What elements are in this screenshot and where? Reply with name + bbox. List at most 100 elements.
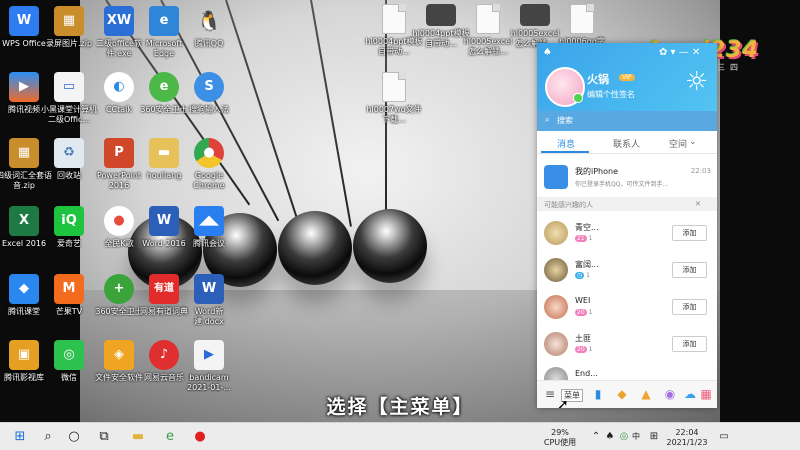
windows-start-icon[interactable]: ⊞: [12, 429, 28, 445]
clock-time[interactable]: 22:04: [664, 428, 710, 437]
contact-level: ◷ 1: [575, 272, 590, 279]
level-badge: 21: [575, 235, 587, 242]
360-safe-icon: +: [104, 274, 134, 304]
chevron-down-icon: ⌄: [689, 137, 697, 147]
desktop-icon-tx-meeting[interactable]: ◢◣ 腾讯会议: [180, 206, 238, 249]
avatar: [544, 258, 568, 282]
browser-icon[interactable]: e: [162, 429, 178, 445]
desktop-icon-label: bandicam 2021-01-...: [187, 373, 231, 392]
list-item[interactable]: 土匪 20 1 添加: [537, 326, 717, 362]
online-status-dot[interactable]: [573, 93, 583, 103]
document-file-icon: [476, 4, 500, 34]
screen: W WPS Office ▶ 腾讯视频 ▦ 四级词汇全套语音.zip X Exc…: [0, 0, 800, 450]
contact-name: End...: [575, 369, 598, 378]
desktop-icon-label: 腾讯QQ: [194, 39, 224, 48]
desktop-icon-label: 芒果TV: [55, 307, 83, 316]
add-friend-button[interactable]: 添加: [672, 299, 707, 315]
qq-window-controls[interactable]: ✿ ▾ — ✕: [659, 47, 700, 58]
netease-music-icon: ♪: [149, 340, 179, 370]
contact-name: 我的iPhone: [575, 167, 619, 176]
apps-grid-icon[interactable]: ⊞: [646, 429, 662, 445]
zip-archive-icon: ▦: [9, 138, 39, 168]
file-security-icon: ◈: [104, 340, 134, 370]
desktop-icon-label: 录屏图片.zip: [45, 39, 93, 48]
level-badge: 20: [575, 346, 587, 353]
desktop-icon-label: 搜狗输入法: [189, 105, 229, 114]
desktop-icon-label: 腾讯课堂: [8, 307, 40, 316]
video-thumbnail-icon: [426, 4, 456, 26]
list-item[interactable]: End...: [537, 363, 717, 391]
contact-level: 21 1: [575, 235, 592, 242]
tab-messages[interactable]: 消息: [557, 137, 575, 150]
avatar: [544, 295, 568, 319]
desktop-icon-label: 腾讯影视库: [4, 373, 44, 382]
mutual-count: 1: [588, 346, 593, 353]
list-item[interactable]: 富阔... ◷ 1 添加: [537, 252, 717, 288]
cpu-usage-label: CPU使用: [543, 438, 577, 447]
karaoke-icon: ●: [104, 206, 134, 236]
qq-tray-icon: ♠: [543, 47, 552, 58]
list-item[interactable]: 青空... 21 1 添加: [537, 215, 717, 251]
desktop-file-6[interactable]: hl0007wo文件下载...: [365, 72, 423, 125]
message-time: 22:03: [690, 167, 711, 175]
add-friend-button[interactable]: 添加: [672, 262, 707, 278]
search-icon[interactable]: ⌕: [40, 429, 56, 445]
tab-space[interactable]: 空间: [669, 137, 687, 150]
active-tab-indicator: [541, 151, 589, 153]
edge-icon: e: [149, 6, 179, 36]
signature-field[interactable]: 编辑个性签名: [587, 89, 635, 100]
desktop-icon-label: 微信: [61, 373, 77, 382]
document-file-icon: [382, 4, 406, 34]
cradle-ball: [278, 211, 352, 285]
phone-icon: [544, 165, 568, 189]
weather-sun-icon[interactable]: ☼: [685, 69, 708, 95]
video-caption: 选择【主菜单】: [326, 396, 474, 418]
desktop-icon-label: 腾讯视频: [8, 105, 40, 114]
task-view-icon[interactable]: ⧉: [96, 429, 112, 445]
video-file-icon: ▶: [194, 340, 224, 370]
cortana-icon[interactable]: ○: [66, 429, 82, 445]
tab-contacts[interactable]: 联系人: [613, 137, 640, 150]
list-item[interactable]: WEI 20 1 添加: [537, 289, 717, 325]
desktop-icon-label: Word新建.docx: [194, 307, 224, 326]
record-icon[interactable]: ●: [192, 429, 208, 445]
desktop-icon-bandicam[interactable]: ▶ bandicam 2021-01-...: [180, 340, 238, 393]
add-friend-button[interactable]: 添加: [672, 336, 707, 352]
mutual-count: 1: [588, 309, 593, 316]
contact-name: 青空...: [575, 223, 599, 232]
desktop-icon-chrome[interactable]: ● Google Chrome: [180, 138, 238, 191]
cctalk-icon: ◐: [104, 72, 134, 102]
close-icon[interactable]: ✕: [695, 200, 701, 208]
qq-nickname: 火锅: [587, 73, 609, 86]
desktop-icon-worddoc[interactable]: W Word新建.docx: [180, 274, 238, 327]
add-friend-button[interactable]: 添加: [672, 225, 707, 241]
clock-date[interactable]: 2021/1/23: [664, 438, 710, 447]
youdao-icon: 有道: [149, 274, 179, 304]
desktop-icon-label: 网易云音乐: [144, 373, 184, 382]
desktop-icon-label: Google Chrome: [193, 171, 225, 190]
qq-tabs: 消息 联系人 空间 ⌄: [537, 131, 717, 154]
contact-name: 富阔...: [575, 260, 599, 269]
list-item-my-iphone[interactable]: 我的iPhone 22:03 你已登录手机QQ，可传文件到手...: [537, 159, 717, 195]
desktop-icon-label: Microsoft Edge: [145, 39, 183, 58]
desktop-icon-label: 小黑课堂计算机二级Offic...: [41, 105, 97, 124]
cradle-string: [310, 0, 352, 227]
avatar: [544, 221, 568, 245]
desktop-icon-label: hl0007wo文件下载...: [366, 105, 422, 124]
may-know-label: 可能感兴趣的人: [544, 201, 593, 209]
notification-icon[interactable]: ▭: [716, 429, 732, 445]
desktop-icon-qq[interactable]: 🐧 腾讯QQ: [180, 6, 238, 49]
tencent-meeting-icon: ◢◣: [194, 206, 224, 236]
video-library-icon: ▣: [9, 340, 39, 370]
may-know-header: 可能感兴趣的人 ✕: [537, 197, 717, 211]
search-input[interactable]: ⌕ 搜索: [537, 111, 717, 131]
desktop-icon-label: CCtalk: [105, 105, 133, 114]
file-explorer-icon[interactable]: ▬: [130, 429, 146, 445]
wechat-icon: ◎: [54, 340, 84, 370]
tencent-video-icon: ▶: [9, 72, 39, 102]
powerpoint-icon: P: [104, 138, 134, 168]
mango-tv-icon: M: [54, 274, 84, 304]
ime-indicator[interactable]: 中: [630, 432, 642, 441]
desktop-icon-sougou[interactable]: S 搜狗输入法: [180, 72, 238, 115]
contact-level: 20 1: [575, 346, 592, 353]
